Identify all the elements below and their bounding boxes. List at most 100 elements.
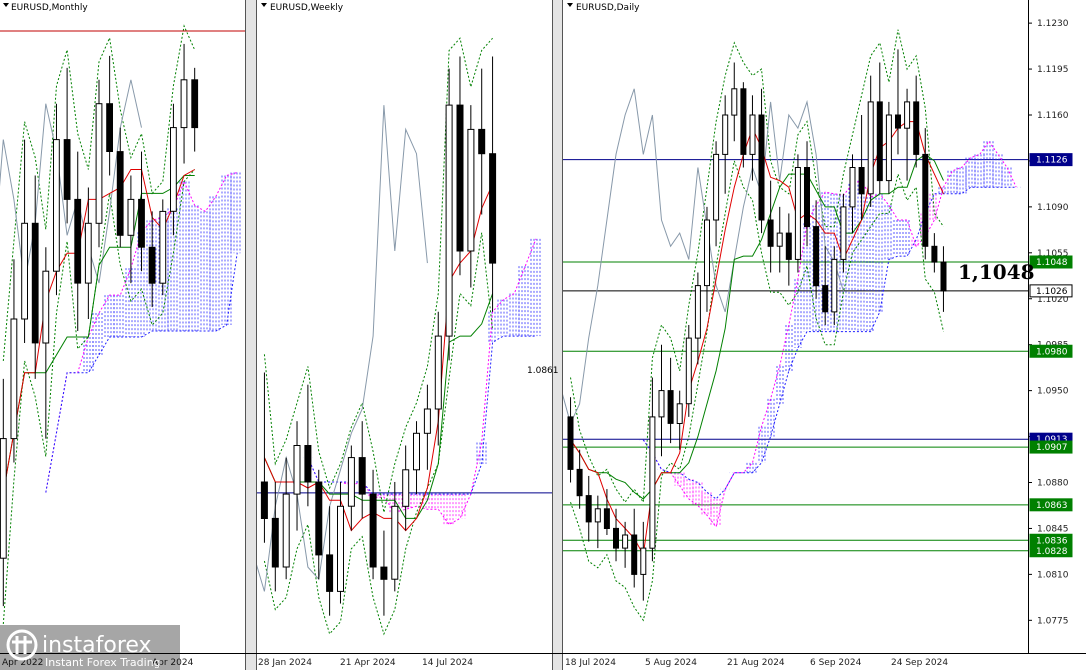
candle-body [667,390,674,424]
candle-body [337,505,344,592]
candle-body [567,416,574,470]
price-tag-label: 1.1026 [1036,287,1068,297]
price-tag-label: 1.0980 [1036,347,1068,357]
candle-body [170,127,177,212]
candle-body [191,79,199,129]
daily-date-label: 18 Jul 2024 [565,658,616,668]
candle-body [293,445,301,495]
y-tick-label: 1.0950 [1037,387,1069,397]
candle-body [931,245,938,263]
weekly-date-label: 28 Jan 2024 [258,658,312,668]
daily-date-label: 21 Aug 2024 [727,658,785,668]
candle-body [840,206,847,260]
candle-body [10,318,18,440]
candle-body [467,128,475,252]
daily-date-label: 5 Aug 2024 [645,658,697,668]
candle-body [84,222,92,284]
weekly-level-label: 1.0861 [527,366,559,376]
watermark: instaforex Instant Forex Trading [0,625,180,670]
candle-body [42,270,50,344]
y-tick-label: 1.1230 [1037,19,1069,29]
candle-body [127,198,135,236]
candle-body [804,167,810,228]
candle-body [649,416,656,549]
daily-date-label: 6 Sep 2024 [810,658,862,668]
y-tick-label: 1.0810 [1037,570,1069,580]
candle-body [53,139,60,272]
y-tick-label: 1.1090 [1037,203,1069,213]
chart-canvas: EURUSD,Monthly EURUSD,Weekly EURUSD,Dail… [0,0,1086,670]
candle-body [148,246,156,284]
candle-body [785,232,792,260]
candle-body [138,198,145,248]
candle-body [31,222,39,344]
candle-body [413,432,420,471]
y-tick-label: 1.0880 [1037,479,1069,489]
candle-body [658,390,665,418]
daily-date-label: 24 Sep 2024 [891,658,948,668]
candle-body [731,88,738,116]
candle-body [594,508,601,523]
weekly-date-label: 14 Jul 2024 [422,658,473,668]
candle-body [631,534,638,575]
candle-body [813,226,820,287]
price-tag-label: 1.0828 [1036,547,1068,557]
candle-body [159,210,167,284]
candle-body [380,566,388,580]
candle-body [489,153,497,264]
candle-body [676,403,683,424]
candle-body [603,508,610,529]
candle-body [63,139,71,200]
candle-body [885,114,892,182]
weekly-title: EURUSD,Weekly [270,3,344,13]
candle-body [282,493,290,568]
price-tag-label: 1.0863 [1036,501,1068,511]
candle-body [456,104,464,252]
candle-body [260,481,268,519]
y-tick-label: 1.1160 [1037,111,1069,121]
candle-body [831,258,838,313]
watermark-brand: instaforex [42,633,152,658]
candle-body [180,79,188,129]
candle-body [685,337,692,405]
candle-body [849,167,856,208]
candle-body [767,219,774,247]
watermark-tagline: Instant Forex Trading [45,656,161,669]
candle-body [876,101,883,182]
candle-body [369,493,377,568]
candle-body [304,445,312,483]
daily-title: EURUSD,Daily [576,3,640,13]
candle-body [106,103,113,152]
candle-body [722,114,729,155]
candle-body [585,495,592,523]
candle-body [704,219,710,287]
price-tag-label: 1.1126 [1036,156,1068,166]
candle-body [740,88,747,155]
candle-body [867,101,874,195]
y-tick-label: 1.1195 [1037,65,1069,75]
candle-body [749,114,756,155]
candle-body [0,438,7,559]
candle-body [822,285,829,313]
candle-body [116,151,124,236]
candle-body [271,517,279,568]
candle-body [326,554,334,592]
candle-body [913,101,920,155]
price-annotation: 1,1048 [958,260,1035,284]
monthly-title: EURUSD,Monthly [11,3,88,13]
candle-body [794,167,801,260]
candle-body [694,285,701,339]
candle-body [758,114,765,221]
candle-body [445,104,453,337]
price-tag-label: 1.0907 [1036,443,1068,453]
candle-body [640,547,647,575]
candle-body [478,128,486,155]
candle-body [895,114,901,129]
candle-body [613,527,619,549]
y-tick-label: 1.0775 [1037,616,1069,626]
candle-body [21,222,29,320]
candle-body [315,481,323,556]
candle-body [95,103,103,224]
candle-body [904,101,911,129]
candle-body [402,469,410,507]
